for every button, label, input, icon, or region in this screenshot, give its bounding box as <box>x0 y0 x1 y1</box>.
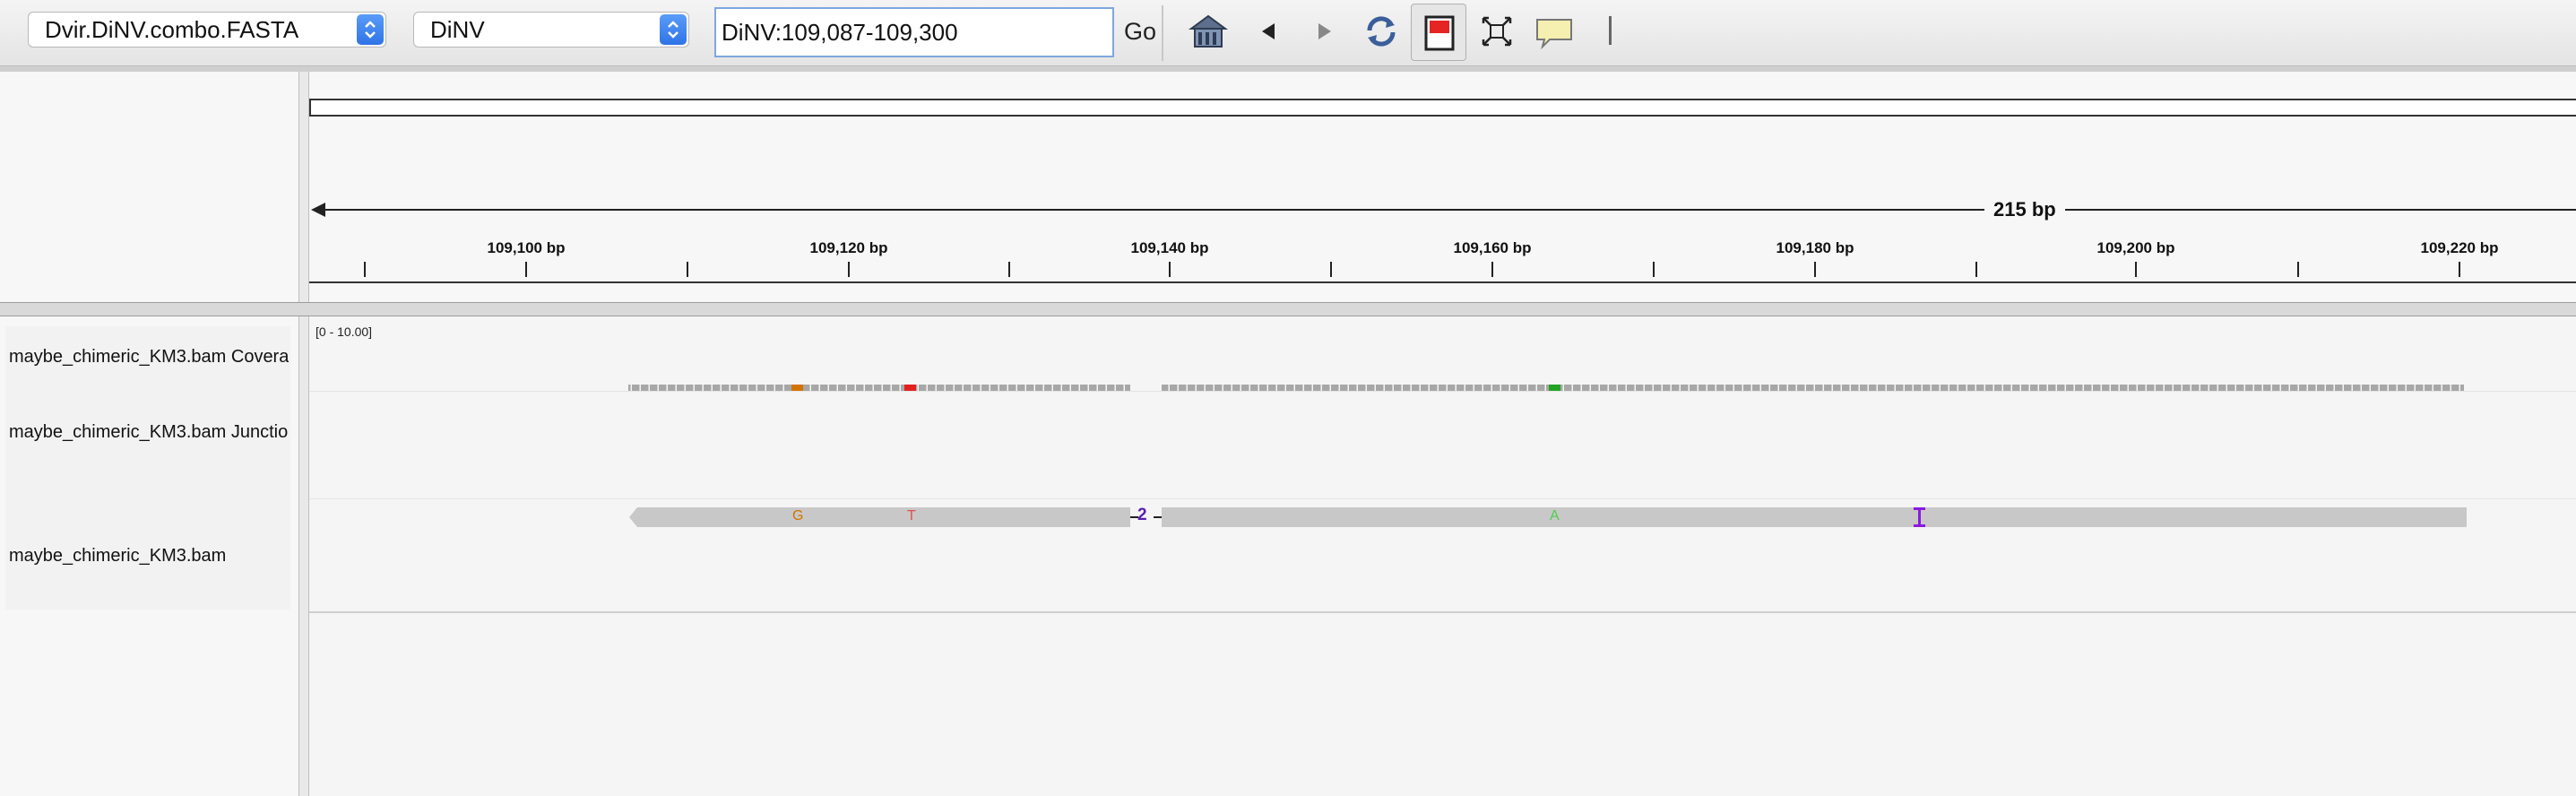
deletion-line <box>1154 516 1162 518</box>
tick-label: 109,140 bp <box>1130 239 1209 256</box>
alignment-read[interactable] <box>309 504 2576 531</box>
mismatch-base: T <box>907 508 916 523</box>
toolbar-end-divider <box>1609 16 1612 45</box>
tick-label: 109,180 bp <box>1776 239 1854 256</box>
span-label: 215 bp <box>1984 198 2065 221</box>
home-icon[interactable] <box>1188 11 1229 52</box>
major-tick <box>2459 262 2460 277</box>
coverage-data-range: [0 - 10.00] <box>316 324 373 339</box>
go-button[interactable]: Go <box>1120 12 1160 51</box>
ruler-toggle-button[interactable] <box>1411 4 1466 61</box>
ruler-baseline <box>309 281 2576 283</box>
tick-label: 109,100 bp <box>487 239 566 256</box>
minor-tick <box>1008 262 1010 277</box>
chromosome-ideogram[interactable] <box>309 99 2576 117</box>
chromosome-dropdown-chevron-icon <box>660 14 687 45</box>
minor-tick <box>364 262 366 277</box>
minor-tick <box>1330 262 1332 277</box>
span-arrow-left-icon <box>311 203 325 217</box>
major-tick <box>1169 262 1171 277</box>
track-name-coverage[interactable]: maybe_chimeric_KM3.bam Coverage <box>9 347 289 368</box>
coverage-bar-right <box>1162 385 2464 391</box>
horizontal-divider[interactable] <box>0 302 2576 316</box>
major-tick <box>2135 262 2137 277</box>
toolbar-divider <box>1162 5 1163 61</box>
coverage-mismatch-g <box>791 385 803 391</box>
back-icon[interactable] <box>1248 11 1289 52</box>
track-separator <box>309 498 2576 499</box>
read-block-right <box>1162 507 2467 527</box>
forward-icon[interactable] <box>1304 11 1345 52</box>
genome-dropdown-chevron-icon <box>357 14 384 45</box>
tick-label: 109,200 bp <box>2096 239 2175 256</box>
coverage-mismatch-a <box>1549 385 1560 391</box>
track-name-alignments[interactable]: maybe_chimeric_KM3.bam <box>9 546 289 567</box>
popup-text-icon[interactable] <box>1534 11 1575 52</box>
coverage-track[interactable] <box>309 381 2576 394</box>
vertical-divider[interactable] <box>298 72 309 796</box>
read-block-left <box>629 507 1130 527</box>
track-name-junctions[interactable]: maybe_chimeric_KM3.bam Junctions <box>9 422 289 443</box>
tick-label: 109,220 bp <box>2420 239 2499 256</box>
deletion-length-label: 2 <box>1137 506 1147 524</box>
major-tick <box>525 262 527 277</box>
chromosome-dropdown-label: DiNV <box>430 16 485 43</box>
header-name-panel <box>0 72 299 302</box>
refresh-icon[interactable] <box>1361 11 1402 52</box>
genome-dropdown-label: Dvir.DiNV.combo.FASTA <box>45 16 299 43</box>
mismatch-base: A <box>1550 508 1560 523</box>
track-separator <box>309 611 2576 613</box>
coverage-bar-left <box>628 385 1130 391</box>
minor-tick <box>1975 262 1977 277</box>
fit-window-icon[interactable] <box>1476 11 1517 52</box>
minor-tick <box>1653 262 1655 277</box>
track-name-background <box>5 326 290 610</box>
major-tick <box>1814 262 1816 277</box>
genome-dropdown[interactable]: Dvir.DiNV.combo.FASTA <box>28 12 386 48</box>
minor-tick <box>2297 262 2299 277</box>
tick-label: 109,120 bp <box>809 239 888 256</box>
major-tick <box>1491 262 1493 277</box>
tick-label: 109,160 bp <box>1453 239 1532 256</box>
mismatch-base: G <box>792 508 804 523</box>
ruler-icon <box>1424 15 1455 51</box>
locus-search-input[interactable]: DiNV:109,087-109,300 <box>714 7 1114 57</box>
span-line <box>323 209 2576 211</box>
chromosome-dropdown[interactable]: DiNV <box>413 12 689 48</box>
minor-tick <box>687 262 688 277</box>
major-tick <box>848 262 850 277</box>
coverage-mismatch-t <box>904 385 916 391</box>
